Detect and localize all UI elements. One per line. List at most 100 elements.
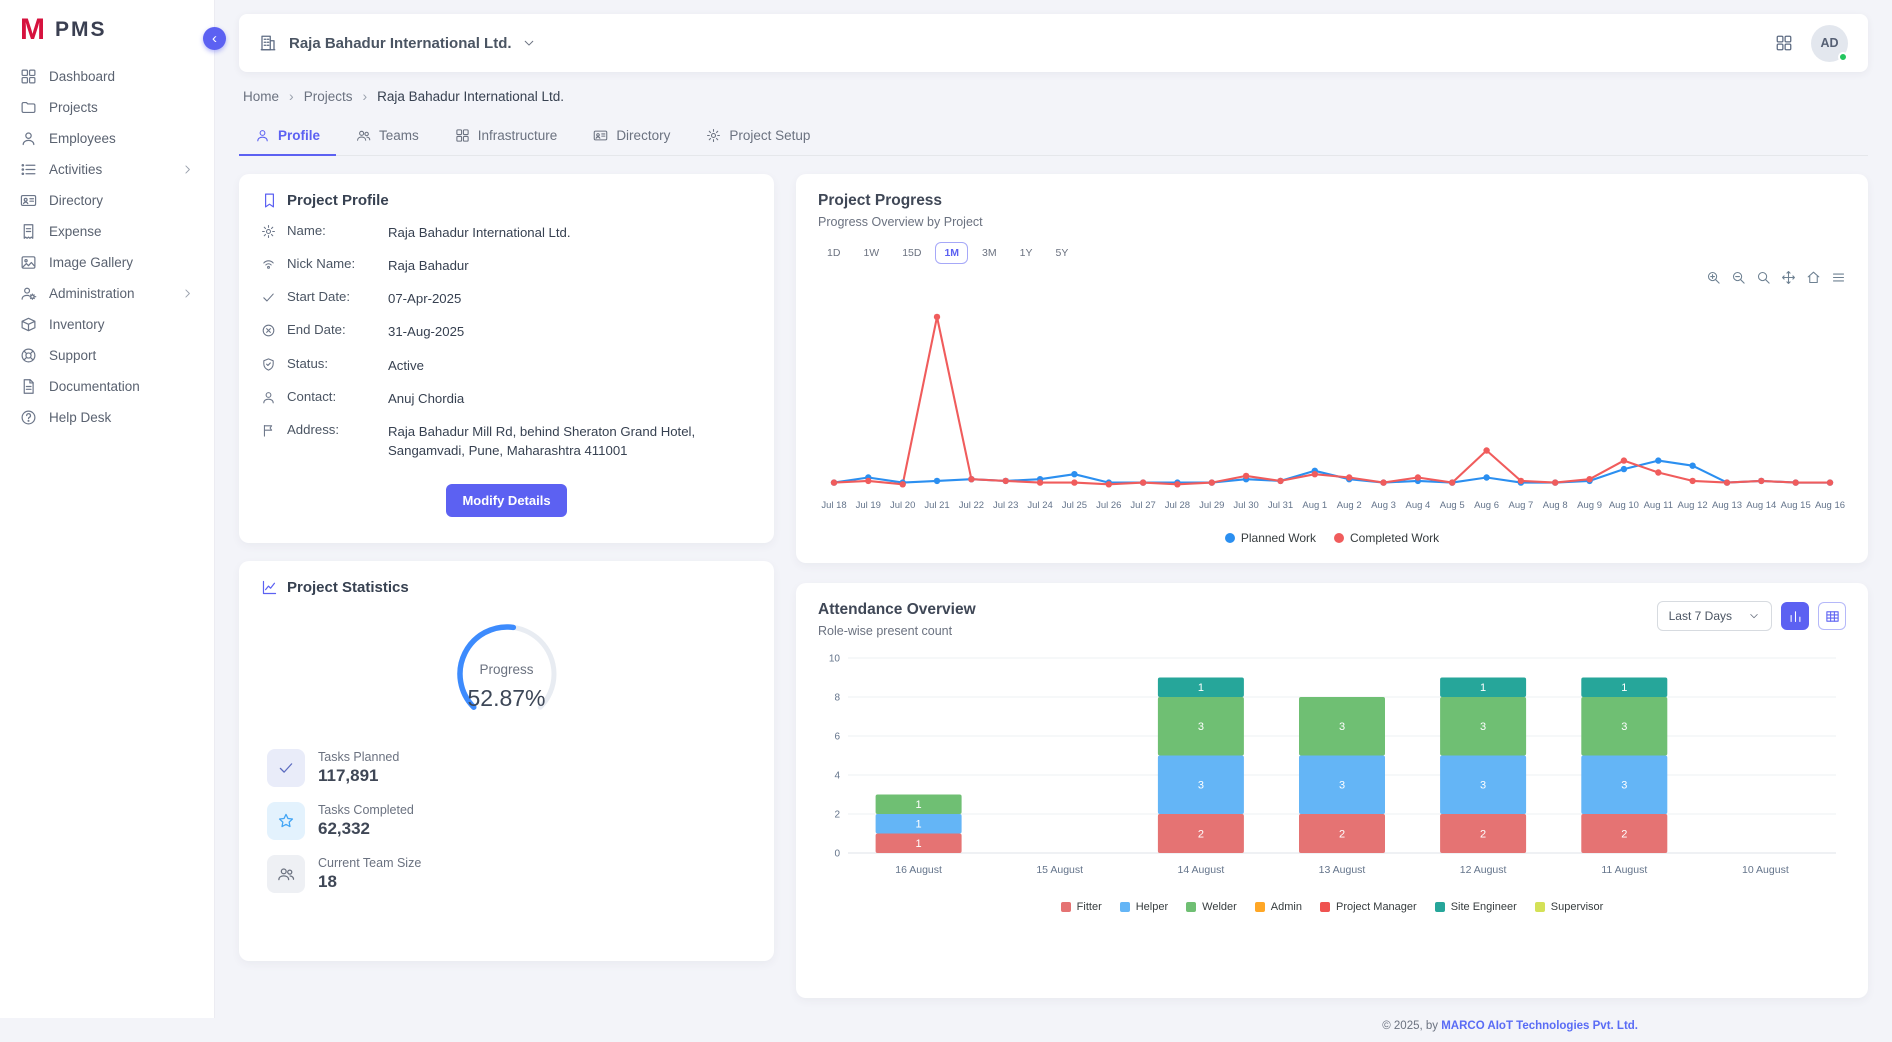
tab-directory[interactable]: Directory [577,117,686,156]
tab-label: Infrastructure [478,128,558,143]
stat-text: Tasks Completed62,332 [318,803,414,839]
date-range-select[interactable]: Last 7 Days [1657,601,1772,631]
svg-text:Jul 27: Jul 27 [1130,500,1155,511]
legend-item-helper[interactable]: Helper [1120,901,1168,913]
svg-text:Aug 3: Aug 3 [1371,500,1396,511]
profile-field-nick-name: Nick Name:Raja Bahadur [261,256,752,275]
sidebar-item-label: Support [49,348,96,363]
range-button-3m[interactable]: 3M [973,242,1006,264]
sidebar-item-directory[interactable]: Directory [0,185,214,216]
sidebar-item-label: Projects [49,100,98,115]
avatar[interactable]: AD [1811,25,1848,62]
legend-label: Welder [1202,901,1237,913]
menu-icon[interactable] [1831,270,1846,285]
breadcrumb-separator-icon: › [289,88,294,104]
tab-teams[interactable]: Teams [340,117,435,156]
svg-text:Jul 18: Jul 18 [821,500,846,511]
footer-link[interactable]: MARCO AIoT Technologies Pvt. Ltd. [1441,1020,1638,1032]
range-button-15d[interactable]: 15D [893,242,930,264]
range-button-1w[interactable]: 1W [854,242,888,264]
svg-text:Aug 14: Aug 14 [1746,500,1776,511]
sidebar-item-administration[interactable]: Administration [0,278,214,309]
sidebar-collapse-button[interactable]: ‹ [203,27,226,50]
stat-icon-box [267,802,305,840]
sidebar-item-inventory[interactable]: Inventory [0,309,214,340]
line-chart-legend: Planned Work Completed Work [818,531,1846,545]
tab-label: Profile [278,128,320,143]
tab-project-setup[interactable]: Project Setup [690,117,826,156]
top-header: Raja Bahadur International Ltd. AD [239,14,1868,72]
svg-text:2: 2 [1339,828,1345,840]
zoom-out-icon[interactable] [1731,270,1746,285]
chevron-down-icon[interactable] [522,36,536,50]
range-button-1d[interactable]: 1D [818,242,849,264]
tab-profile[interactable]: Profile [239,117,336,156]
statistics-card-title: Project Statistics [287,579,409,596]
table-view-button[interactable] [1818,602,1846,630]
svg-text:1: 1 [1621,682,1627,694]
legend-item-site-engineer[interactable]: Site Engineer [1435,901,1517,913]
tab-label: Project Setup [729,128,810,143]
sidebar-item-employees[interactable]: Employees [0,123,214,154]
tab-infrastructure[interactable]: Infrastructure [439,117,574,156]
svg-text:Aug 11: Aug 11 [1644,500,1673,511]
right-column: Project Progress Progress Overview by Pr… [796,174,1868,1042]
sidebar-item-expense[interactable]: Expense [0,216,214,247]
bar-view-button[interactable] [1781,602,1809,630]
logo-m-icon: M [20,15,45,45]
magnifier-icon[interactable] [1756,270,1771,285]
legend-label: Helper [1136,901,1168,913]
chevron-right-icon [181,287,194,300]
svg-text:Aug 8: Aug 8 [1543,500,1568,511]
legend-dot [1334,533,1344,543]
svg-text:3: 3 [1198,721,1204,733]
attendance-bar-chart[interactable]: 024681011116 August15 August233114 Augus… [818,648,1846,897]
svg-text:12 August: 12 August [1460,864,1507,876]
stat-label: Current Team Size [318,856,421,870]
breadcrumb-item[interactable]: Projects [304,89,353,104]
footer-text: © 2025, by [1382,1020,1441,1032]
legend-swatch [1120,902,1130,912]
svg-text:3: 3 [1198,780,1204,792]
chart-toolbar [818,270,1846,286]
sidebar-item-documentation[interactable]: Documentation [0,371,214,402]
range-button-1m[interactable]: 1M [935,242,968,264]
range-button-5y[interactable]: 5Y [1046,242,1077,264]
breadcrumb-item[interactable]: Home [243,89,279,104]
folder-icon [20,99,37,116]
chevron-right-icon [181,163,194,176]
company-selector[interactable]: Raja Bahadur International Ltd. [289,35,512,52]
sidebar-item-projects[interactable]: Projects [0,92,214,123]
stat-value: 62,332 [318,819,414,839]
legend-item-planned-work[interactable]: Planned Work [1225,531,1316,545]
apps-grid-icon[interactable] [1775,34,1793,52]
legend-item-fitter[interactable]: Fitter [1061,901,1102,913]
legend-item-project-manager[interactable]: Project Manager [1320,901,1417,913]
legend-item-admin[interactable]: Admin [1255,901,1302,913]
field-label: Nick Name: [287,256,377,271]
modify-details-button[interactable]: Modify Details [446,484,566,517]
legend-item-supervisor[interactable]: Supervisor [1535,901,1604,913]
sidebar-item-activities[interactable]: Activities [0,154,214,185]
svg-text:3: 3 [1339,721,1345,733]
range-button-1y[interactable]: 1Y [1011,242,1042,264]
svg-text:14 August: 14 August [1178,864,1225,876]
pan-icon[interactable] [1781,270,1796,285]
sidebar-item-image-gallery[interactable]: Image Gallery [0,247,214,278]
legend-item-completed-work[interactable]: Completed Work [1334,531,1439,545]
progress-line-chart[interactable]: Jul 18Jul 19Jul 20Jul 21Jul 22Jul 23Jul … [818,286,1846,527]
sidebar-item-support[interactable]: Support [0,340,214,371]
svg-text:Aug 6: Aug 6 [1474,500,1499,511]
svg-text:Jul 30: Jul 30 [1233,500,1258,511]
field-value: Raja Bahadur Mill Rd, behind Sheraton Gr… [388,422,752,460]
zoom-in-icon[interactable] [1706,270,1721,285]
sidebar-item-help-desk[interactable]: Help Desk [0,402,214,433]
svg-text:10 August: 10 August [1742,864,1789,876]
id-card-icon [20,192,37,209]
sidebar-item-label: Directory [49,193,103,208]
sidebar-item-dashboard[interactable]: Dashboard [0,61,214,92]
home-icon[interactable] [1806,270,1821,285]
legend-item-welder[interactable]: Welder [1186,901,1237,913]
field-label: Contact: [287,389,377,404]
sidebar-nav: Dashboard Projects EmployeesActivities Dire… [0,57,214,437]
